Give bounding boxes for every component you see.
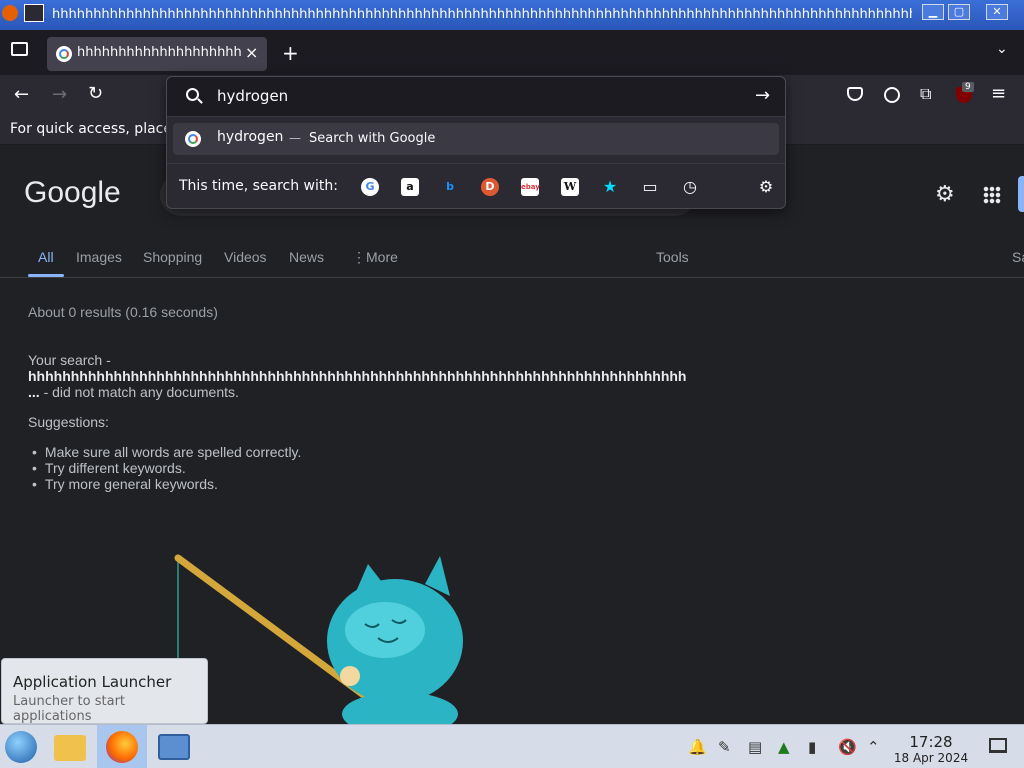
tools-button[interactable]: Tools [656, 249, 689, 265]
extension-badge: 9 [962, 82, 974, 92]
system-monitor-icon[interactable] [158, 734, 190, 760]
one-off-label: This time, search with: [179, 178, 338, 194]
firefox-icon[interactable] [106, 731, 138, 763]
file-manager-icon[interactable] [54, 735, 86, 761]
digital-clock[interactable]: 17:28 18 Apr 2024 [893, 733, 969, 765]
search-suggestion-row[interactable]: hydrogen — Search with Google [173, 123, 779, 155]
tab-shopping[interactable]: Shopping [143, 249, 202, 265]
volume-muted-icon[interactable]: 🔇 [838, 738, 857, 756]
pin-icon[interactable] [24, 4, 44, 22]
tooltip-subtitle: Launcher to start applications [13, 694, 126, 724]
bookmarks-search-icon[interactable]: ★ [601, 178, 619, 196]
urlbar-panel: hydrogen → hydrogen — Search with Google… [166, 76, 786, 209]
browser-tab[interactable]: hhhhhhhhhhhhhhhhhhhhhhhhh × [47, 37, 267, 71]
window-title: hhhhhhhhhhhhhhhhhhhhhhhhhhhhhhhhhhhhhhhh… [52, 7, 912, 22]
go-arrow-icon[interactable]: → [755, 85, 770, 106]
battery-icon[interactable]: ▮ [808, 738, 816, 756]
search-icon-handle [197, 98, 203, 104]
suggestion-dash: — [289, 131, 301, 145]
list-all-tabs-icon[interactable]: ⌄ [996, 41, 1008, 57]
tooltip-title: Application Launcher [13, 673, 172, 691]
tab-images[interactable]: Images [76, 249, 122, 265]
bookmarks-hint: For quick access, place [10, 121, 172, 137]
ebay-engine-icon[interactable]: ebay [521, 178, 540, 196]
wikipedia-engine-icon[interactable]: W [561, 178, 579, 196]
active-tab-indicator [28, 274, 64, 277]
no-match-suffix: - did not match any documents. [43, 384, 239, 400]
app-icon[interactable] [2, 5, 18, 21]
suggestion-item: Try different keywords. [28, 460, 301, 476]
forward-icon[interactable]: → [52, 84, 67, 105]
google-favicon-icon [56, 46, 72, 62]
search-settings-gear-icon[interactable]: ⚙ [757, 178, 775, 196]
application-launcher-icon[interactable] [5, 731, 37, 763]
bing-engine-icon[interactable]: b [441, 178, 459, 196]
menu-icon[interactable]: ≡ [991, 83, 1006, 104]
urlbar-query: hydrogen [217, 87, 289, 105]
new-tab-button[interactable]: + [282, 41, 299, 65]
pocket-icon[interactable] [847, 87, 863, 101]
tab-close-icon[interactable]: × [245, 43, 258, 62]
vault-icon[interactable]: ▲ [778, 738, 790, 756]
suggestion-item: Try more general keywords. [28, 476, 301, 492]
google-logo[interactable]: Google [24, 176, 121, 210]
suggestions-label: Suggestions: [28, 414, 109, 430]
tray-expand-icon[interactable]: ⌃ [867, 738, 880, 756]
tab-videos[interactable]: Videos [224, 249, 267, 265]
tab-more[interactable]: More [366, 249, 398, 265]
urlbar-input[interactable]: hydrogen → [167, 77, 785, 117]
no-match-prefix: Your search - [28, 352, 111, 368]
result-stats: About 0 results (0.16 seconds) [28, 304, 218, 320]
window-titlebar: hhhhhhhhhhhhhhhhhhhhhhhhhhhhhhhhhhhhhhhh… [0, 0, 1024, 30]
google-engine-icon[interactable]: G [361, 178, 379, 196]
one-off-search-row: This time, search with: G a b D ebay W ★… [167, 163, 785, 209]
google-icon [185, 131, 201, 147]
safesearch-cut-label[interactable]: Sa [1012, 249, 1024, 265]
clock-date: 18 Apr 2024 [893, 751, 969, 765]
fishing-mascot-illustration [174, 554, 463, 724]
suggestions-list: Make sure all words are spelled correctl… [28, 444, 302, 492]
account-icon[interactable] [884, 87, 900, 103]
tab-list-icon[interactable] [11, 42, 28, 56]
show-desktop-icon[interactable] [989, 738, 1007, 753]
updates-icon[interactable]: ✎ [718, 738, 731, 756]
suggestion-item: Make sure all words are spelled correctl… [28, 444, 302, 460]
suggestion-term: hydrogen [217, 129, 284, 145]
settings-gear-icon[interactable]: ⚙ [935, 182, 955, 207]
history-search-icon[interactable]: ◷ [681, 178, 699, 196]
clipboard-icon[interactable]: ▤ [748, 738, 762, 756]
extensions-icon[interactable]: ⧉ [920, 84, 931, 104]
google-results-page: Google ⚙ All Images Shopping Videos News… [0, 146, 1024, 724]
reload-icon[interactable]: ↻ [88, 83, 103, 104]
more-dots-icon[interactable]: ⋮ [352, 249, 366, 266]
minimize-button[interactable]: ▁ [922, 4, 944, 20]
back-icon[interactable]: ← [14, 84, 29, 105]
amazon-engine-icon[interactable]: a [401, 178, 419, 196]
tabs-search-icon[interactable]: ▭ [641, 178, 659, 196]
apps-grid-icon[interactable] [983, 186, 1001, 204]
tab-all[interactable]: All [38, 249, 54, 265]
no-match-message: Your search - hhhhhhhhhhhhhhhhhhhhhhhhhh… [28, 352, 688, 400]
launcher-tooltip: Application Launcher Launcher to start a… [1, 658, 208, 724]
duckduckgo-engine-icon[interactable]: D [481, 178, 499, 196]
tab-title: hhhhhhhhhhhhhhhhhhhhhhhhh [77, 45, 242, 60]
suggestion-hint: Search with Google [309, 131, 436, 146]
clock-time: 17:28 [909, 733, 953, 751]
close-window-button[interactable]: ✕ [986, 4, 1008, 20]
taskbar: 🔔 ✎ ▤ ▲ ▮ 🔇 ⌃ 17:28 18 Apr 2024 [0, 724, 1024, 768]
tab-news[interactable]: News [289, 249, 324, 265]
sign-in-button-edge[interactable] [1018, 176, 1024, 212]
maximize-button[interactable]: ▢ [948, 4, 970, 20]
notifications-bell-icon[interactable]: 🔔 [688, 738, 707, 756]
tabs-divider [0, 277, 1024, 278]
